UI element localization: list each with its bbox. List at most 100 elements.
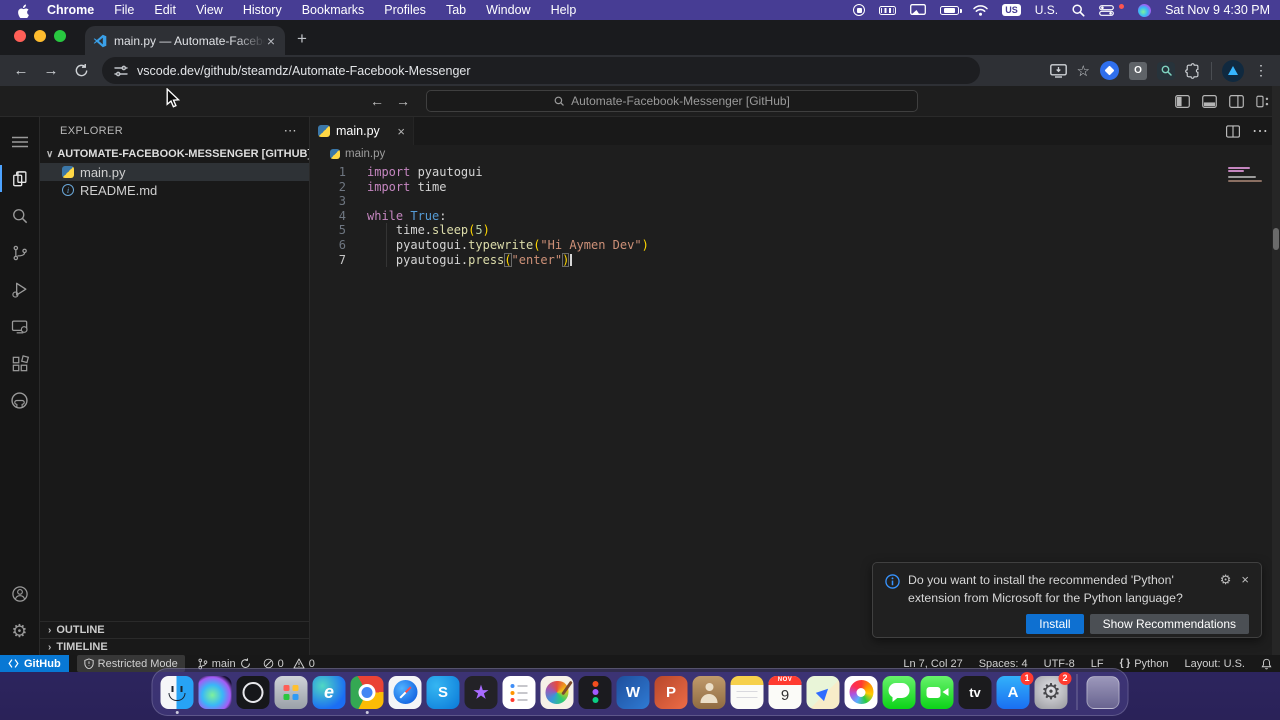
input-source-badge[interactable]: US (1002, 4, 1021, 16)
language-mode-item[interactable]: { } Python (1120, 658, 1169, 670)
editor-tab-close-icon[interactable]: × (397, 124, 405, 139)
menu-tab[interactable]: Tab (436, 3, 476, 17)
wifi-icon[interactable] (973, 4, 988, 16)
chrome-menu-icon[interactable]: ⋮ (1254, 62, 1268, 79)
dock-chrome-icon[interactable] (350, 675, 384, 714)
input-source-label[interactable]: U.S. (1035, 3, 1058, 17)
go-back-icon[interactable]: ← (370, 93, 384, 109)
spotlight-icon[interactable] (1072, 3, 1085, 17)
code-line-3[interactable]: 3 (310, 194, 1280, 209)
dock-siri-icon[interactable] (198, 675, 232, 709)
notifications-bell-icon[interactable] (1261, 658, 1272, 670)
install-pwa-icon[interactable] (1049, 63, 1067, 78)
explorer-more-actions-icon[interactable]: ⋯ (284, 123, 297, 139)
dock-figma-icon[interactable] (578, 675, 612, 709)
toggle-sidebar-icon[interactable] (1175, 94, 1190, 108)
toggle-secondary-sidebar-icon[interactable] (1229, 94, 1244, 108)
menu-file[interactable]: File (104, 3, 144, 17)
split-editor-icon[interactable] (1226, 124, 1240, 138)
editor-tab-mainpy[interactable]: main.py × (310, 117, 414, 145)
dock-contacts-icon[interactable] (692, 675, 726, 709)
keyboard-brightness-icon[interactable] (879, 5, 897, 15)
scrollbar-thumb[interactable] (1273, 228, 1279, 250)
site-info-icon[interactable] (114, 65, 128, 77)
file-row-readme[interactable]: i README.md (40, 181, 309, 199)
screen-mirroring-icon[interactable] (910, 4, 927, 16)
menu-profiles[interactable]: Profiles (374, 3, 436, 17)
file-row-mainpy[interactable]: main.py (40, 163, 309, 181)
control-center-icon[interactable] (1099, 4, 1114, 16)
editor-more-actions-icon[interactable]: ⋯ (1252, 121, 1268, 141)
code-line-5[interactable]: 5 time.sleep(5) (310, 223, 1280, 238)
menu-window[interactable]: Window (476, 3, 540, 17)
accounts-icon[interactable] (0, 575, 40, 612)
code-line-1[interactable]: 1 import pyautogui (310, 165, 1280, 180)
browser-tab[interactable]: main.py — Automate-Facebo × (85, 26, 285, 55)
screen-record-stop-icon[interactable] (853, 4, 866, 16)
minimize-window-button[interactable] (34, 30, 46, 42)
notification-close-icon[interactable]: × (1241, 572, 1249, 587)
dock-obs-icon[interactable] (236, 675, 270, 709)
github-icon[interactable] (0, 382, 40, 419)
remote-explorer-icon[interactable] (0, 308, 40, 345)
code-line-2[interactable]: 2 import time (310, 180, 1280, 195)
extension-o-icon[interactable]: O (1129, 61, 1147, 80)
breadcrumb[interactable]: main.py (310, 145, 1280, 162)
extension-magnifier-icon[interactable] (1157, 61, 1175, 80)
dock-photos-icon[interactable] (844, 675, 878, 709)
show-recommendations-button[interactable]: Show Recommendations (1089, 614, 1249, 634)
code-line-6[interactable]: 6 pyautogui.typewrite("Hi Aymen Dev") (310, 238, 1280, 253)
dock-imovie-icon[interactable]: ★ (464, 675, 498, 709)
zoom-window-button[interactable] (54, 30, 66, 42)
dock-trash-icon[interactable] (1086, 675, 1120, 709)
settings-gear-icon[interactable]: ⚙ (0, 612, 40, 649)
address-bar[interactable]: vscode.dev/github/steamdz/Automate-Faceb… (102, 57, 980, 84)
forward-button[interactable]: → (38, 58, 64, 84)
dock-calendar-icon[interactable]: NOV 9 (768, 675, 802, 709)
menu-history[interactable]: History (233, 3, 292, 17)
dock-appstore-icon[interactable]: A1 (996, 671, 1034, 709)
dock-finder-icon[interactable] (160, 675, 194, 714)
dock-word-icon[interactable]: W (616, 675, 650, 709)
minimap[interactable] (1228, 165, 1264, 183)
new-tab-button[interactable]: + (297, 29, 307, 49)
page-scrollbar[interactable] (1272, 86, 1280, 655)
dock-launchpad-icon[interactable] (274, 675, 308, 709)
dock-reminders-icon[interactable] (502, 675, 536, 709)
notification-gear-icon[interactable]: ⚙ (1220, 572, 1232, 588)
dock-skype-icon[interactable]: S (426, 675, 460, 709)
explorer-section-header[interactable]: ∨ AUTOMATE-FACEBOOK-MESSENGER [GITHUB] (40, 145, 309, 163)
timeline-section[interactable]: › TIMELINE (40, 638, 309, 655)
code-line-7[interactable]: 7 pyautogui.press("enter") (310, 252, 1280, 268)
go-forward-icon[interactable]: → (396, 93, 410, 109)
explorer-view-icon[interactable] (0, 160, 40, 197)
menu-bookmarks[interactable]: Bookmarks (292, 3, 375, 17)
install-button[interactable]: Install (1026, 614, 1084, 634)
apple-menu[interactable] (16, 3, 29, 18)
extension-blue-icon[interactable] (1100, 61, 1119, 80)
bookmark-star-icon[interactable]: ☆ (1077, 62, 1090, 80)
extensions-puzzle-icon[interactable] (1185, 62, 1201, 79)
extensions-view-icon[interactable] (0, 345, 40, 382)
dock-paint-icon[interactable] (540, 675, 574, 709)
customize-layout-icon[interactable] (1256, 95, 1270, 108)
command-center[interactable]: Automate-Facebook-Messenger [GitHub] (426, 90, 918, 112)
code-line-4[interactable]: 4 while True: (310, 209, 1280, 224)
dock-appletv-icon[interactable]: tv (958, 675, 992, 709)
toggle-panel-icon[interactable] (1202, 94, 1217, 108)
application-menu-icon[interactable] (0, 123, 40, 160)
reload-button[interactable] (68, 58, 94, 84)
dock-settings-icon[interactable]: ⚙ 2 (1034, 671, 1072, 709)
menu-help[interactable]: Help (541, 3, 587, 17)
back-button[interactable]: ← (8, 58, 34, 84)
outline-section[interactable]: › OUTLINE (40, 621, 309, 638)
dock-messages-icon[interactable] (882, 675, 916, 709)
dock-safari-icon[interactable] (388, 675, 422, 709)
run-debug-icon[interactable] (0, 271, 40, 308)
menu-chrome[interactable]: Chrome (37, 3, 104, 17)
close-window-button[interactable] (14, 30, 26, 42)
dock-notes-icon[interactable] (730, 675, 764, 709)
menu-edit[interactable]: Edit (144, 3, 186, 17)
source-control-icon[interactable] (0, 234, 40, 271)
keyboard-layout-item[interactable]: Layout: U.S. (1184, 658, 1245, 670)
